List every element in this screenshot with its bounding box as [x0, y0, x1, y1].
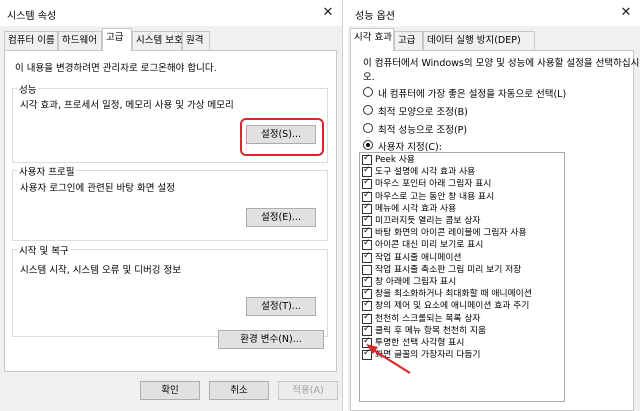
effect-label: 천천히 스크롤되는 목록 상자 — [375, 313, 481, 324]
user-profiles-desc: 사용자 로그인에 관련된 바탕 화면 설정 — [20, 183, 175, 194]
effect-checkbox[interactable] — [362, 251, 372, 263]
startup-recovery-desc: 시스템 시작, 시스템 오류 및 디버깅 정보 — [20, 265, 181, 276]
user-profiles-group-title: 사용자 프로필 — [17, 164, 77, 178]
title-bar: 시스템 속성 ✕ — [0, 0, 342, 26]
effect-checkbox[interactable] — [362, 238, 372, 251]
close-icon[interactable]: ✕ — [318, 3, 338, 23]
effect-checkbox[interactable] — [362, 177, 372, 190]
tab-computer-name[interactable]: 컴퓨터 이름 — [4, 31, 58, 50]
description-line-1: 이 컴퓨터에서 Windows의 모양 및 성능에 사용할 설정을 선택하십시 — [363, 58, 640, 69]
effect-label: 클릭 후 메뉴 항목 천천히 지움 — [375, 325, 487, 336]
radio-best-performance-button[interactable] — [363, 123, 373, 133]
effect-checkbox[interactable] — [362, 153, 372, 165]
effect-label: Peek 사용 — [375, 155, 415, 165]
effect-label: 창의 제어 및 요소에 애니메이션 효과 주기 — [375, 301, 530, 312]
tab-remote[interactable]: 원격 — [182, 31, 210, 50]
performance-desc: 시각 효과, 프로세서 일정, 메모리 사용 및 가상 메모리 — [20, 100, 234, 111]
effect-label: 투명한 선택 사각형 표시 — [375, 338, 465, 348]
tab-advanced[interactable]: 고급 — [394, 31, 423, 50]
effect-checkbox[interactable] — [362, 299, 372, 312]
tab-dep[interactable]: 데이터 실행 방지(DEP) — [423, 31, 535, 50]
effect-label: 마우스 포인터 아래 그림자 표시 — [375, 179, 492, 190]
effect-label: 화면 글꼴의 가장자리 다듬기 — [375, 350, 481, 361]
performance-group-title: 성능 — [17, 82, 39, 96]
admin-note: 이 내용을 변경하려면 관리자로 로그온해야 합니다. — [15, 63, 217, 74]
highlight-box — [240, 118, 324, 156]
effect-label: 미끄러지듯 열리는 콤보 상자 — [375, 216, 481, 226]
close-icon[interactable]: ✕ — [616, 3, 636, 23]
effect-checkbox[interactable] — [362, 336, 372, 348]
effect-checkbox[interactable] — [362, 348, 372, 361]
effect-checkbox[interactable] — [362, 324, 372, 336]
window-title: 시스템 속성 — [7, 11, 57, 22]
performance-options-dialog: 성능 옵션 ✕ 시각 효과 고급 데이터 실행 방지(DEP) 이 컴퓨터에서 … — [348, 0, 640, 411]
effect-label: 도구 설명에 시각 효과 사용 — [375, 167, 476, 178]
radio-best-performance-label: 최적 성능으로 조정(P) — [378, 125, 468, 136]
effect-checkbox[interactable] — [362, 190, 372, 202]
radio-custom-label: 사용자 지정(C): — [378, 142, 442, 153]
effect-checkbox[interactable] — [362, 275, 372, 287]
effect-checkbox[interactable] — [362, 312, 372, 324]
ok-button[interactable]: 확인 — [140, 381, 200, 400]
window-title: 성능 옵션 — [355, 11, 395, 22]
startup-recovery-settings-button[interactable]: 설정(T)... — [246, 297, 316, 316]
effect-label: 창 아래에 그림자 표시 — [375, 277, 457, 287]
effect-label: 아이콘 대신 미리 보기로 표시 — [375, 240, 484, 251]
effect-checkbox[interactable] — [362, 226, 372, 239]
apply-button[interactable]: 적용(A) — [278, 381, 338, 400]
effect-label: 바탕 화면의 아이콘 레이블에 그림자 사용 — [375, 228, 527, 239]
radio-auto-button[interactable] — [363, 87, 373, 97]
effect-label: 작업 표시줄 애니메이션 — [375, 252, 462, 263]
tab-strip: 컴퓨터 이름 하드웨어 고급 시스템 보호 원격 — [4, 28, 342, 51]
tab-hardware[interactable]: 하드웨어 — [58, 31, 102, 50]
startup-recovery-group-title: 시작 및 복구 — [17, 243, 71, 257]
user-profiles-settings-button[interactable]: 설정(E)... — [246, 208, 316, 227]
cancel-button[interactable]: 취소 — [209, 381, 269, 400]
tab-advanced[interactable]: 고급 — [102, 28, 132, 51]
tab-strip: 시각 효과 고급 데이터 실행 방지(DEP) — [350, 28, 640, 51]
effect-checkbox[interactable] — [362, 202, 372, 214]
effect-checkbox[interactable] — [362, 264, 372, 275]
startup-recovery-group: 시작 및 복구 시스템 시작, 시스템 오류 및 디버깅 정보 설정(T)... — [12, 243, 328, 337]
description-line-2: 오. — [363, 72, 375, 83]
system-properties-dialog: 시스템 속성 ✕ 컴퓨터 이름 하드웨어 고급 시스템 보호 원격 이 내용을 … — [0, 0, 343, 411]
effect-label: 창을 최소화하거나 최대화할 때 애니메이션 — [375, 289, 532, 300]
visual-effects-list[interactable]: Peek 사용도구 설명에 시각 효과 사용마우스 포인터 아래 그림자 표시마… — [359, 152, 565, 402]
radio-best-appearance-label: 최적 모양으로 조정(B) — [378, 107, 468, 118]
title-bar: 성능 옵션 ✕ — [348, 0, 640, 26]
effect-label: 작업 표시줄 축소판 그림 미리 보기 저장 — [375, 264, 522, 275]
radio-auto-label: 내 컴퓨터에 가장 좋은 설정을 자동으로 선택(L) — [378, 89, 567, 100]
tab-visual-effects[interactable]: 시각 효과 — [350, 28, 394, 51]
tab-panel: 이 내용을 변경하려면 관리자로 로그온해야 합니다. 성능 시각 효과, 프로… — [4, 50, 337, 372]
effect-label: 메뉴에 시각 효과 사용 — [375, 203, 457, 214]
environment-variables-button[interactable]: 환경 변수(N)... — [218, 330, 324, 349]
effect-checkbox[interactable] — [362, 287, 372, 300]
radio-custom-button[interactable] — [363, 140, 373, 150]
effect-checkbox[interactable] — [362, 165, 372, 178]
effect-checkbox[interactable] — [362, 214, 372, 226]
user-profiles-group: 사용자 프로필 사용자 로그인에 관련된 바탕 화면 설정 설정(E)... — [12, 164, 328, 241]
tab-system-protection[interactable]: 시스템 보호 — [132, 31, 183, 50]
effect-label: 마우스로 고는 동안 창 내용 표시 — [375, 191, 495, 202]
radio-best-appearance-button[interactable] — [363, 105, 373, 115]
